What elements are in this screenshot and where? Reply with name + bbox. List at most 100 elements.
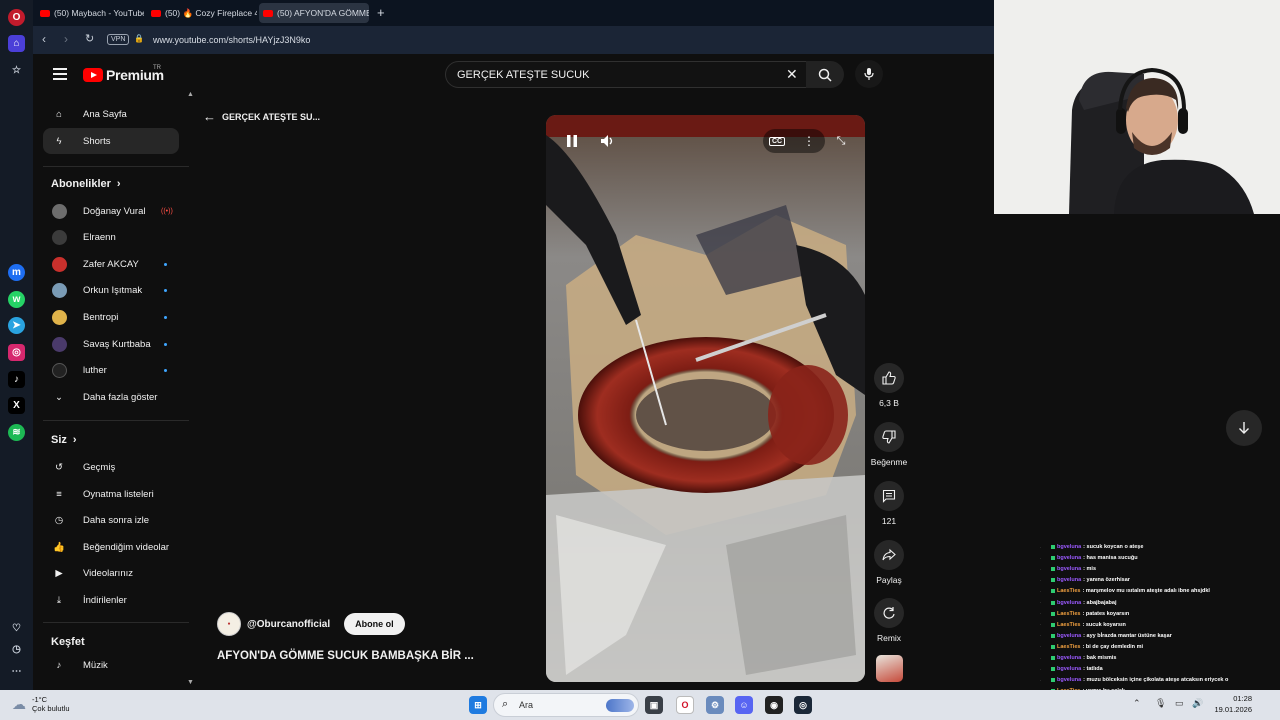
url-field[interactable]: www.youtube.com/shorts/HAYjzJ3N9ko <box>153 35 310 45</box>
chat-timestamp: · <box>1040 555 1042 561</box>
sidebar-item-subscription[interactable]: Zafer AKCAY <box>43 251 179 277</box>
comments-button[interactable] <box>874 481 904 511</box>
opera-logo-icon[interactable]: O <box>8 9 25 26</box>
sidebar-item-shorts[interactable]: ϟ Shorts <box>43 128 179 154</box>
sidebar-item-home[interactable]: ⌂ Ana Sayfa <box>43 101 179 127</box>
mic-tray-icon[interactable]: 🎙 <box>1155 698 1166 709</box>
sidebar-item-music[interactable]: ♪ Müzik <box>43 652 179 678</box>
short-video[interactable] <box>546 115 865 682</box>
tab-maybach[interactable]: (50) Maybach - YouTube <box>36 3 144 23</box>
subscribe-button[interactable]: Abone ol <box>344 613 405 635</box>
chat-text-body: muzu bölceksin içine çikolata ateşe atca… <box>1086 677 1229 684</box>
clear-search-icon[interactable]: ✕ <box>786 66 798 83</box>
spotify-icon[interactable]: ≋ <box>8 424 25 441</box>
new-tab-button[interactable]: + <box>377 5 385 20</box>
whatsapp-icon[interactable]: w <box>8 291 25 308</box>
sidebar-item-subscription[interactable]: Orkun Işıtmak <box>43 277 179 303</box>
pause-button[interactable] <box>561 130 583 152</box>
chat-timestamp: · <box>1040 677 1042 683</box>
weather-widget[interactable]: ☁ -1°C Çok bulutlu <box>12 695 70 713</box>
remix-button[interactable] <box>874 598 904 628</box>
dislike-button[interactable] <box>874 422 904 452</box>
vpn-badge[interactable]: VPN <box>107 34 130 45</box>
sidebar-item-watch-later[interactable]: ◷ Daha sonra izle <box>43 507 179 533</box>
x-icon[interactable]: X <box>8 397 25 414</box>
heart-icon[interactable]: ♡ <box>8 620 25 637</box>
volume-icon <box>601 135 613 147</box>
sound-thumbnail[interactable] <box>876 655 903 682</box>
reload-icon[interactable]: ↻ <box>85 32 94 45</box>
opera-taskbar-icon[interactable]: O <box>676 696 694 714</box>
chat-timestamp: · <box>1040 611 1042 617</box>
more-options-button[interactable]: ⋮ <box>798 130 820 152</box>
chat-text-body: bi de çay demledin mi <box>1085 643 1143 650</box>
sidebar-item-subscription[interactable]: Doğanay Vural ((•)) <box>43 198 179 224</box>
weather-temp: -1°C <box>32 695 48 704</box>
subscriptions-header[interactable]: Abonelikler › <box>51 178 121 190</box>
sidebar-item-playlists[interactable]: ≡ Oynatma listeleri <box>43 481 179 507</box>
chat-text-body: tatlıda <box>1086 666 1103 673</box>
back-to-search[interactable]: ← GERÇEK ATEŞTE SU... <box>203 109 320 124</box>
sidebar-item-subscription[interactable]: Bentropi <box>43 304 179 330</box>
steam-icon[interactable]: ◎ <box>794 696 812 714</box>
tiktok-icon[interactable]: ♪ <box>8 371 25 388</box>
tray-chevron-icon[interactable]: ⌃ <box>1133 698 1141 709</box>
home-icon[interactable]: ⌂ <box>8 35 25 52</box>
more-icon[interactable]: ⋯ <box>8 663 25 680</box>
avatar[interactable]: ● <box>217 612 241 636</box>
network-icon[interactable]: ▭ <box>1175 698 1184 709</box>
sidebar-item-subscription[interactable]: luther <box>43 357 179 383</box>
youtube-logo[interactable]: Premium TR <box>83 65 164 83</box>
sidebar-label: Elraenn <box>83 231 116 243</box>
sidebar-item-subscription[interactable]: Elraenn <box>43 224 179 250</box>
chat-username: LaesTies <box>1057 588 1081 595</box>
settings-taskbar-icon[interactable]: ⚙ <box>706 696 724 714</box>
menu-icon[interactable] <box>53 68 67 80</box>
messenger-icon[interactable]: m <box>8 264 25 281</box>
chat-text-body: bak mismis <box>1086 655 1117 661</box>
like-button[interactable] <box>874 363 904 393</box>
like-count: 6,3 B <box>879 398 899 408</box>
star-icon[interactable]: ☆ <box>8 62 25 79</box>
voice-search-button[interactable] <box>855 60 883 88</box>
scroll-down-icon[interactable]: ▼ <box>187 679 194 686</box>
show-more-button[interactable]: ⌄ Daha fazla göster <box>43 384 179 410</box>
tab-fireplace[interactable]: (50) 🔥 Cozy Fireplace 4K <box>147 3 257 23</box>
sidebar-item-history[interactable]: ↺ Geçmiş <box>43 454 179 480</box>
scroll-up-icon[interactable]: ▲ <box>187 91 194 98</box>
fullscreen-button[interactable]: ⤡ <box>830 130 852 152</box>
youtube-icon <box>40 9 50 17</box>
chat-message: · bgveluna: mis <box>1040 564 1096 574</box>
history-icon[interactable]: ◷ <box>8 641 25 658</box>
speaker-icon[interactable]: 🔊 <box>1192 698 1203 709</box>
chat-text-body: has manisa sucuğu <box>1086 555 1138 562</box>
search-input[interactable]: GERÇEK ATEŞTE SUCUK ✕ <box>445 61 807 88</box>
chat-text-body: abajbajabaj <box>1086 599 1117 606</box>
instagram-icon[interactable]: ◎ <box>8 344 25 361</box>
channel-name[interactable]: @Oburcanofficial <box>247 619 330 630</box>
volume-button[interactable] <box>597 130 619 152</box>
taskbar-search[interactable]: ⌕ Ara <box>493 693 639 717</box>
telegram-icon[interactable]: ➤ <box>8 317 25 334</box>
sidebar-item-liked[interactable]: 👍 Beğendiğim videolar <box>43 534 179 560</box>
back-icon[interactable]: ‹ <box>42 32 46 46</box>
sidebar-item-downloads[interactable]: ⤓ İndirilenler <box>43 587 179 613</box>
sidebar-item-your-videos[interactable]: ▶ Videolarınız <box>43 560 179 586</box>
sidebar-item-subscription[interactable]: Savaş Kurtbaba <box>43 331 179 357</box>
captions-button[interactable]: CC <box>766 130 788 152</box>
obs-icon[interactable]: ◉ <box>765 696 783 714</box>
share-button[interactable] <box>874 540 904 570</box>
lock-icon[interactable]: 🔒 <box>134 34 144 43</box>
new-content-dot <box>164 342 167 346</box>
short-title[interactable]: AFYON'DA GÖMME SUCUK BAMBAŞKA BİR ... <box>217 650 474 662</box>
you-header[interactable]: Siz › <box>51 434 77 446</box>
search-button[interactable] <box>806 61 844 88</box>
start-button[interactable]: ⊞ <box>469 696 487 714</box>
clock[interactable]: 01:28 19.01.2026 <box>1208 693 1252 715</box>
tab-afyon[interactable]: (50) AFYON'DA GÖMME <box>259 3 369 23</box>
task-view-icon[interactable]: ▣ <box>645 696 663 714</box>
forward-icon[interactable]: › <box>64 32 68 46</box>
next-short-button[interactable] <box>1226 410 1262 446</box>
chat-timestamp: · <box>1040 600 1042 605</box>
discord-icon[interactable]: ☺ <box>735 696 753 714</box>
